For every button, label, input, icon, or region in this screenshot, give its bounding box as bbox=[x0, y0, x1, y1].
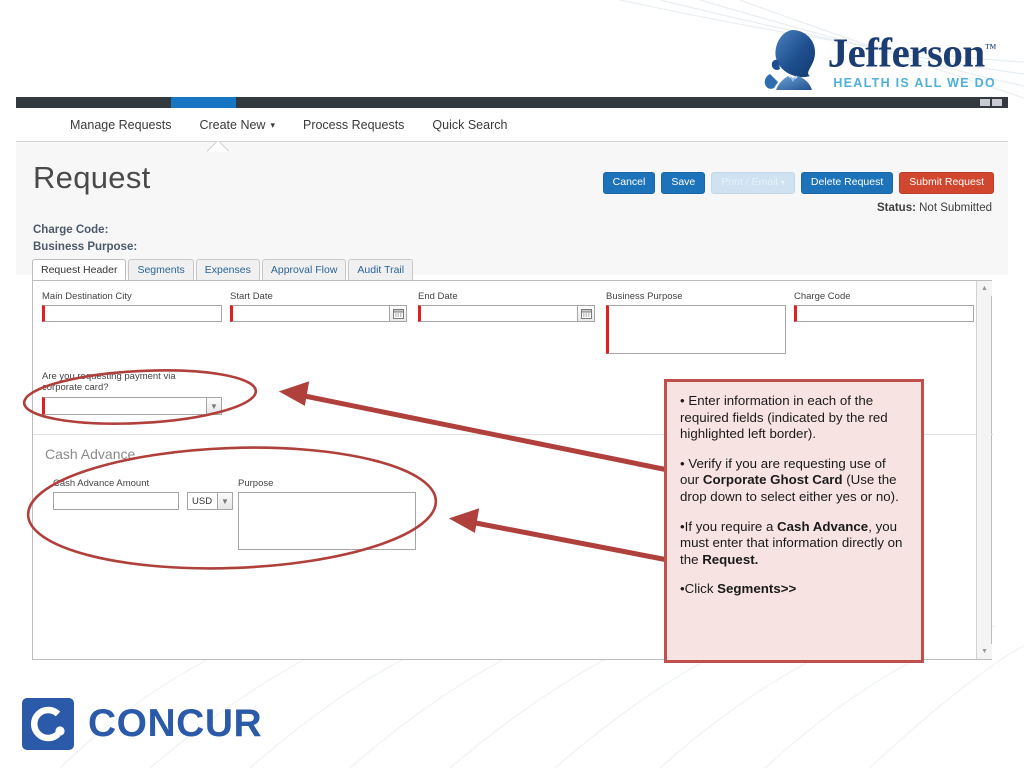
main-destination-city-label: Main Destination City bbox=[42, 291, 132, 302]
calendar-icon[interactable] bbox=[578, 305, 595, 322]
nav-item-create-new[interactable]: Create New bbox=[199, 118, 275, 132]
window-controls[interactable] bbox=[980, 99, 1002, 106]
field-cash-advance-purpose: Purpose bbox=[238, 478, 416, 550]
cash-advance-amount-input[interactable] bbox=[53, 492, 179, 510]
form-tab-bar: Request Header Segments Expenses Approva… bbox=[16, 258, 1008, 280]
jefferson-head-icon bbox=[764, 30, 815, 90]
nav-active-pointer bbox=[207, 141, 229, 152]
field-business-purpose: Business Purpose bbox=[606, 291, 786, 354]
tab-request-header[interactable]: Request Header bbox=[32, 259, 127, 280]
cash-advance-purpose-textarea[interactable] bbox=[238, 492, 416, 550]
field-main-destination-city: Main Destination City bbox=[42, 291, 232, 322]
field-end-date: End Date bbox=[418, 291, 595, 322]
field-cash-advance-amount: Cash Advance Amount USD ▼ bbox=[53, 478, 233, 510]
callout-paragraph-2: • Verify if you are requesting use of ou… bbox=[680, 455, 899, 504]
concur-c-glyph bbox=[30, 706, 65, 742]
business-purpose-label: Business Purpose bbox=[606, 291, 683, 302]
nav-item-quick-search[interactable]: Quick Search bbox=[432, 118, 507, 132]
callout-paragraph-4: •Click Segments>> bbox=[680, 581, 797, 597]
tab-segments[interactable]: Segments bbox=[128, 259, 194, 280]
slide-canvas: Jefferson™ HEALTH IS ALL WE DO Manage Re… bbox=[0, 0, 1024, 768]
scroll-down-icon[interactable]: ▼ bbox=[977, 644, 992, 659]
cash-advance-section-title: Cash Advance bbox=[45, 446, 136, 462]
corporate-card-select[interactable] bbox=[42, 397, 206, 415]
callout-paragraph-3: •If you require a Cash Advance, you must… bbox=[680, 518, 903, 567]
tab-approval-flow[interactable]: Approval Flow bbox=[261, 259, 347, 280]
chevron-down-icon[interactable]: ▼ bbox=[206, 397, 222, 415]
scroll-up-icon[interactable]: ▲ bbox=[977, 281, 992, 296]
start-date-label: Start Date bbox=[230, 291, 273, 302]
field-start-date: Start Date bbox=[230, 291, 407, 322]
window-title-bar bbox=[16, 97, 1008, 108]
form-scrollbar[interactable]: ▲ ▼ bbox=[976, 281, 992, 659]
trademark-symbol: ™ bbox=[984, 41, 997, 55]
jefferson-wordmark: Jefferson™ bbox=[827, 29, 997, 76]
calendar-glyph bbox=[580, 309, 592, 319]
main-navigation: Manage Requests Create New Process Reque… bbox=[16, 108, 1008, 142]
tab-audit-trail[interactable]: Audit Trail bbox=[348, 259, 414, 280]
maximize-icon[interactable] bbox=[992, 99, 1002, 106]
calendar-icon[interactable] bbox=[390, 305, 407, 322]
jefferson-logo: Jefferson™ HEALTH IS ALL WE DO bbox=[762, 26, 997, 92]
currency-value[interactable]: USD bbox=[187, 492, 217, 510]
main-destination-city-input[interactable] bbox=[42, 305, 222, 322]
end-date-input[interactable] bbox=[418, 305, 578, 322]
tab-expenses[interactable]: Expenses bbox=[195, 259, 260, 280]
callout-paragraph-1: • Enter information in each of the requi… bbox=[680, 393, 888, 442]
active-tab-indicator bbox=[171, 97, 236, 108]
field-charge-code: Charge Code bbox=[794, 291, 974, 322]
concur-logo: CONCUR bbox=[22, 698, 262, 750]
cash-advance-purpose-label: Purpose bbox=[238, 478, 274, 489]
start-date-input[interactable] bbox=[230, 305, 390, 322]
charge-code-input[interactable] bbox=[794, 305, 974, 322]
instruction-callout: • Enter information in each of the requi… bbox=[664, 379, 924, 663]
concur-mark-icon bbox=[22, 698, 74, 750]
cash-advance-amount-label: Cash Advance Amount bbox=[53, 478, 150, 489]
concur-wordmark: CONCUR bbox=[88, 702, 263, 745]
corporate-card-label: Are you requesting payment via corporate… bbox=[42, 371, 176, 393]
end-date-label: End Date bbox=[418, 291, 458, 302]
jefferson-tagline: HEALTH IS ALL WE DO bbox=[833, 75, 996, 90]
field-corporate-card: Are you requesting payment via corporate… bbox=[42, 371, 227, 415]
charge-code-label: Charge Code bbox=[794, 291, 851, 302]
minimize-icon[interactable] bbox=[980, 99, 990, 106]
nav-item-manage-requests[interactable]: Manage Requests bbox=[70, 118, 171, 132]
chevron-down-icon[interactable]: ▼ bbox=[217, 492, 233, 510]
nav-item-process-requests[interactable]: Process Requests bbox=[303, 118, 404, 132]
business-purpose-textarea[interactable] bbox=[606, 305, 786, 354]
application-window: Manage Requests Create New Process Reque… bbox=[16, 97, 1008, 273]
calendar-glyph bbox=[392, 309, 404, 319]
